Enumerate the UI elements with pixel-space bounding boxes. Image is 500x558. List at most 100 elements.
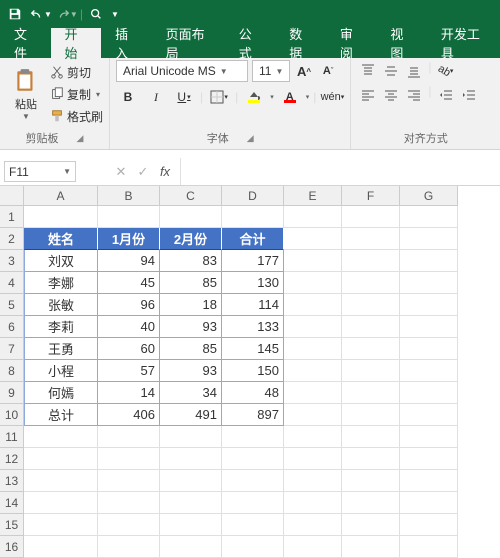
cell-G4[interactable]: [400, 272, 458, 294]
col-header-B[interactable]: B: [98, 186, 160, 206]
border-button[interactable]: ▾: [207, 86, 231, 108]
cell-E8[interactable]: [284, 360, 342, 382]
cell-A15[interactable]: [24, 514, 98, 536]
cell-G5[interactable]: [400, 294, 458, 316]
cell-F1[interactable]: [342, 206, 400, 228]
cell-B9[interactable]: 14: [98, 382, 160, 404]
increase-indent-button[interactable]: [458, 84, 480, 106]
cell-F7[interactable]: [342, 338, 400, 360]
cell-A10[interactable]: 总计: [24, 404, 98, 426]
cell-D14[interactable]: [222, 492, 284, 514]
font-dialog-launcher[interactable]: ◢: [247, 133, 254, 144]
font-color-button[interactable]: A: [278, 86, 302, 108]
cell-E7[interactable]: [284, 338, 342, 360]
font-size-combo[interactable]: 11▼: [252, 60, 290, 82]
cell-A7[interactable]: 王勇: [24, 338, 98, 360]
cell-D7[interactable]: 145: [222, 338, 284, 360]
cell-G15[interactable]: [400, 514, 458, 536]
align-middle-button[interactable]: [380, 60, 402, 82]
cell-C16[interactable]: [160, 536, 222, 558]
cell-B5[interactable]: 96: [98, 294, 160, 316]
cell-E10[interactable]: [284, 404, 342, 426]
cell-F4[interactable]: [342, 272, 400, 294]
cell-E5[interactable]: [284, 294, 342, 316]
select-all-corner[interactable]: [0, 186, 24, 206]
cell-E9[interactable]: [284, 382, 342, 404]
cell-A4[interactable]: 李娜: [24, 272, 98, 294]
qat-customize-dropdown[interactable]: ▼: [111, 10, 119, 19]
clipboard-dialog-launcher[interactable]: ◢: [77, 133, 84, 144]
cell-G3[interactable]: [400, 250, 458, 272]
cell-E11[interactable]: [284, 426, 342, 448]
cell-A11[interactable]: [24, 426, 98, 448]
cell-B3[interactable]: 94: [98, 250, 160, 272]
cell-A12[interactable]: [24, 448, 98, 470]
cell-C11[interactable]: [160, 426, 222, 448]
fill-color-button[interactable]: [242, 86, 266, 108]
cell-F13[interactable]: [342, 470, 400, 492]
cell-F14[interactable]: [342, 492, 400, 514]
tab-data[interactable]: 数据: [275, 28, 326, 58]
cell-F16[interactable]: [342, 536, 400, 558]
cell-D6[interactable]: 133: [222, 316, 284, 338]
cell-F3[interactable]: [342, 250, 400, 272]
phonetic-button[interactable]: wén▾: [320, 86, 344, 108]
cell-D11[interactable]: [222, 426, 284, 448]
paste-button[interactable]: 粘贴 ▼: [6, 60, 46, 128]
row-header-13[interactable]: 13: [0, 470, 24, 492]
row-header-5[interactable]: 5: [0, 294, 24, 316]
cut-button[interactable]: 剪切: [50, 62, 103, 82]
cell-C4[interactable]: 85: [160, 272, 222, 294]
cell-B4[interactable]: 45: [98, 272, 160, 294]
copy-button[interactable]: 复制▾: [50, 84, 103, 104]
increase-font-button[interactable]: A^: [294, 60, 314, 82]
row-header-2[interactable]: 2: [0, 228, 24, 250]
cell-C14[interactable]: [160, 492, 222, 514]
cell-F10[interactable]: [342, 404, 400, 426]
cell-E3[interactable]: [284, 250, 342, 272]
cell-B16[interactable]: [98, 536, 160, 558]
cell-F6[interactable]: [342, 316, 400, 338]
tab-view[interactable]: 视图: [376, 28, 427, 58]
cell-G8[interactable]: [400, 360, 458, 382]
format-painter-button[interactable]: 格式刷: [50, 106, 103, 126]
cell-G7[interactable]: [400, 338, 458, 360]
cell-C15[interactable]: [160, 514, 222, 536]
cell-D12[interactable]: [222, 448, 284, 470]
cell-F9[interactable]: [342, 382, 400, 404]
row-header-15[interactable]: 15: [0, 514, 24, 536]
row-header-4[interactable]: 4: [0, 272, 24, 294]
col-header-D[interactable]: D: [222, 186, 284, 206]
cell-C1[interactable]: [160, 206, 222, 228]
insert-function-button[interactable]: fx: [154, 164, 176, 179]
col-header-C[interactable]: C: [160, 186, 222, 206]
cell-B15[interactable]: [98, 514, 160, 536]
cell-D13[interactable]: [222, 470, 284, 492]
tab-review[interactable]: 审阅: [326, 28, 377, 58]
cell-D10[interactable]: 897: [222, 404, 284, 426]
row-header-8[interactable]: 8: [0, 360, 24, 382]
cell-D16[interactable]: [222, 536, 284, 558]
cell-F15[interactable]: [342, 514, 400, 536]
decrease-font-button[interactable]: Aˇ: [318, 60, 338, 82]
col-header-F[interactable]: F: [342, 186, 400, 206]
cell-E6[interactable]: [284, 316, 342, 338]
cell-B1[interactable]: [98, 206, 160, 228]
row-header-16[interactable]: 16: [0, 536, 24, 558]
cell-E14[interactable]: [284, 492, 342, 514]
cell-B7[interactable]: 60: [98, 338, 160, 360]
cell-F8[interactable]: [342, 360, 400, 382]
cell-C10[interactable]: 491: [160, 404, 222, 426]
cell-C6[interactable]: 93: [160, 316, 222, 338]
enter-formula-button[interactable]: ✓: [132, 164, 154, 180]
tab-page-layout[interactable]: 页面布局: [152, 28, 225, 58]
font-name-combo[interactable]: Arial Unicode MS▼: [116, 60, 248, 82]
cell-C8[interactable]: 93: [160, 360, 222, 382]
cells[interactable]: 姓名1月份2月份合计刘双9483177李娜4585130张敏9618114李莉4…: [24, 206, 500, 558]
cell-C12[interactable]: [160, 448, 222, 470]
row-header-6[interactable]: 6: [0, 316, 24, 338]
cell-A13[interactable]: [24, 470, 98, 492]
cell-G12[interactable]: [400, 448, 458, 470]
col-header-G[interactable]: G: [400, 186, 458, 206]
cell-D4[interactable]: 130: [222, 272, 284, 294]
